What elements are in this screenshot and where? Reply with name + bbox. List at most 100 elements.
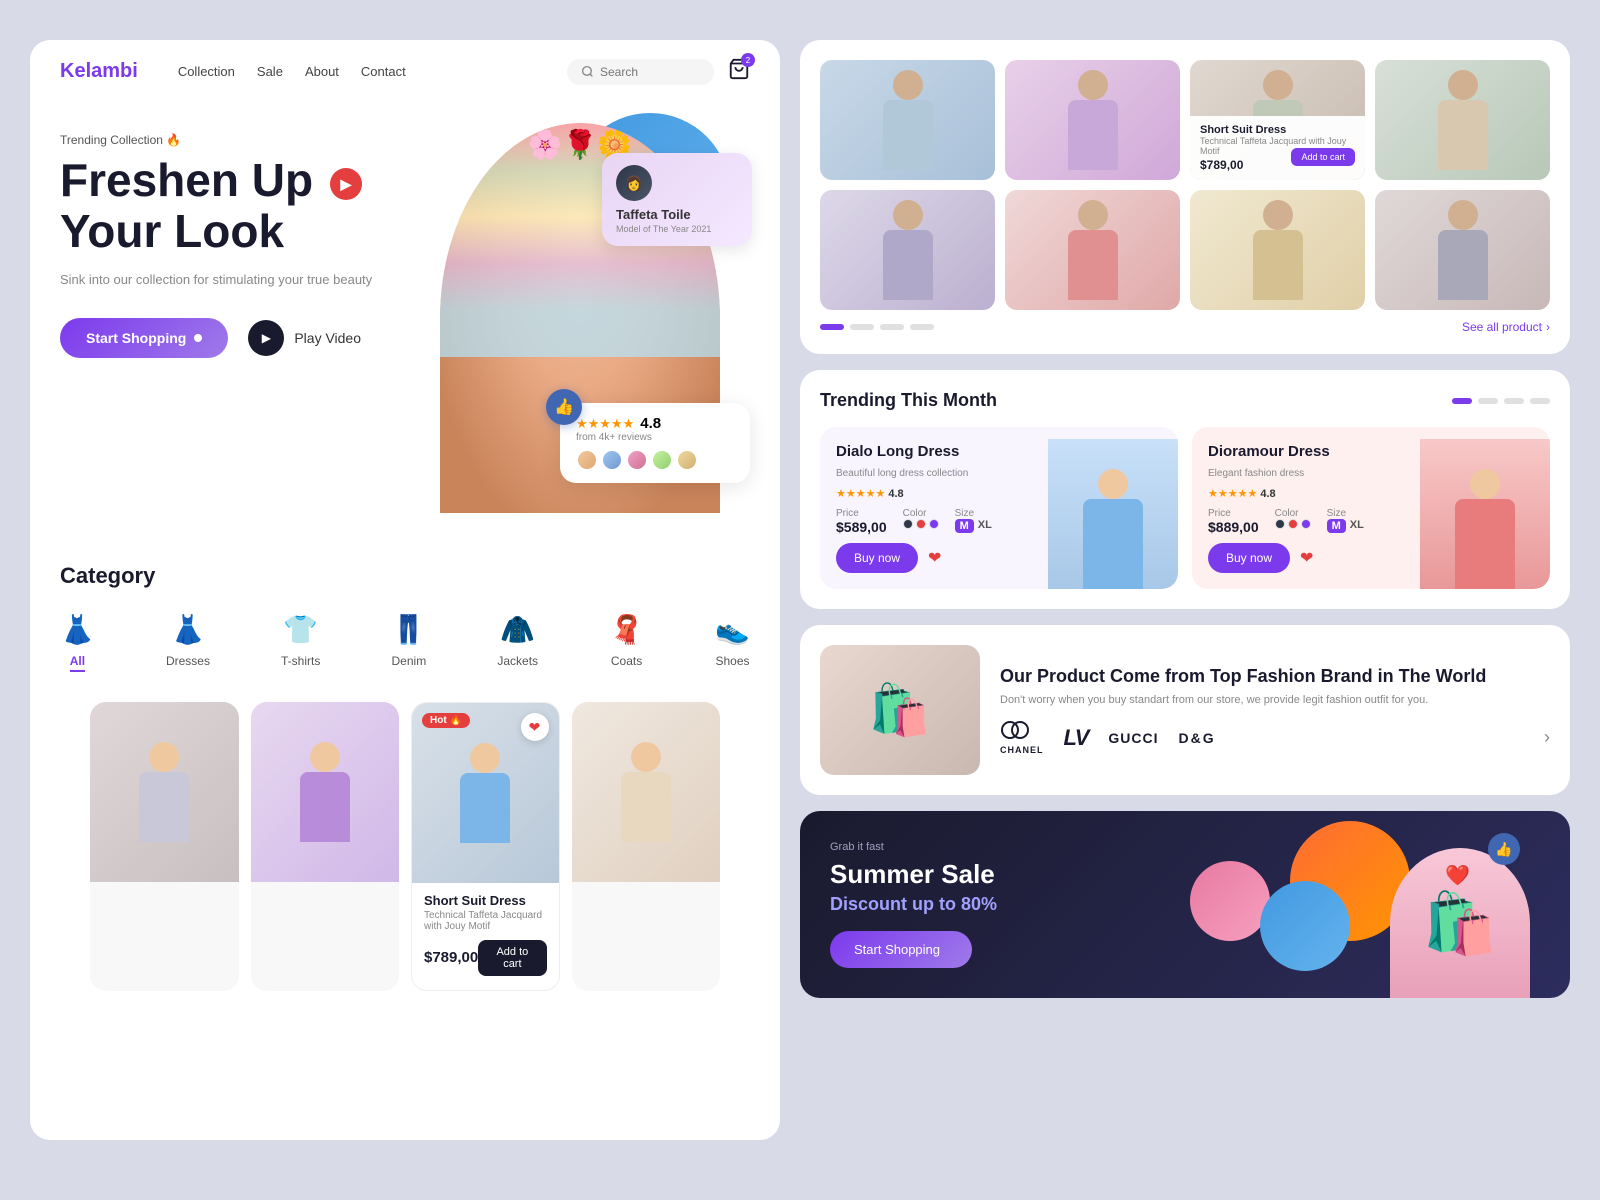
brand-image-placeholder: 🛍️ xyxy=(869,681,931,740)
gallery-fig-2 xyxy=(1068,70,1118,170)
color-dot-1a[interactable] xyxy=(903,519,913,529)
size-m-1[interactable]: M xyxy=(955,519,974,533)
wishlist-icon-1[interactable]: ❤ xyxy=(928,548,941,568)
cart-button[interactable]: 2 xyxy=(728,58,750,85)
price-label-2: Price xyxy=(1208,508,1259,519)
summer-shopping-button[interactable]: Start Shopping xyxy=(830,931,972,968)
product-image-2 xyxy=(251,702,400,882)
color-dot-1c[interactable] xyxy=(929,519,939,529)
category-coats[interactable]: 🧣 Coats xyxy=(609,613,644,672)
trending-dot-1[interactable] xyxy=(1452,398,1472,404)
gallery-add-to-cart-button[interactable]: Add to cart xyxy=(1291,148,1355,166)
hot-badge: Hot 🔥 xyxy=(422,713,470,728)
mini-avatar-4 xyxy=(651,449,673,471)
nav-right: 2 xyxy=(567,58,750,85)
hero-image-area: 🌸🌹🌼 👩 Taffeta Toile Model of The Year 20… xyxy=(400,103,760,513)
product-card-2[interactable] xyxy=(251,702,400,991)
color-dot-1b[interactable] xyxy=(916,519,926,529)
gallery-item-8[interactable] xyxy=(1375,190,1550,310)
gallery-product-card: Short Suit Dress Technical Taffeta Jacqu… xyxy=(1190,116,1365,180)
page-dot-4[interactable] xyxy=(910,324,934,330)
product-card-4[interactable] xyxy=(572,702,721,991)
fig-body-3 xyxy=(460,773,510,843)
trending-card-2[interactable]: Dioramour Dress Elegant fashion dress ★★… xyxy=(1192,427,1550,589)
gallery-bottom-row xyxy=(820,190,1550,310)
gallery-item-1[interactable] xyxy=(820,60,995,180)
size-xl-1[interactable]: XL xyxy=(978,519,992,533)
hero-section: Trending Collection 🔥 Freshen Up ▶ Your … xyxy=(30,103,780,523)
trending-model-fig-1 xyxy=(1048,439,1178,589)
summer-model: 👍 ❤️ 🛍️ xyxy=(1370,843,1550,998)
trending-dot-4[interactable] xyxy=(1530,398,1550,404)
see-all-link[interactable]: See all product › xyxy=(1462,320,1550,334)
color-dot-2a[interactable] xyxy=(1275,519,1285,529)
chanel-label: CHANEL xyxy=(1000,745,1044,755)
gallery-fig-body-4 xyxy=(1438,100,1488,170)
gallery-item-6[interactable] xyxy=(1005,190,1180,310)
avatar-row xyxy=(576,449,734,471)
wishlist-icon-2[interactable]: ❤ xyxy=(1300,548,1313,568)
brand-lv[interactable]: LV xyxy=(1064,725,1089,751)
trending-title: Trending This Month xyxy=(820,390,997,411)
brand-chanel[interactable]: CHANEL xyxy=(1000,720,1044,755)
gallery-fig-head-4 xyxy=(1448,70,1478,100)
trending-dot-3[interactable] xyxy=(1504,398,1524,404)
color-dots-2 xyxy=(1275,519,1311,529)
category-coats-icon: 🧣 xyxy=(609,613,644,646)
fig-body-4 xyxy=(621,772,671,842)
star-icons: ★★★★★ xyxy=(576,416,634,432)
gallery-item-3[interactable]: Short Suit Dress Technical Taffeta Jacqu… xyxy=(1190,60,1365,180)
size-xl-2[interactable]: XL xyxy=(1350,519,1364,533)
buy-button-1[interactable]: Buy now xyxy=(836,543,918,573)
play-video-button[interactable]: ▶ Play Video xyxy=(248,320,361,356)
category-jackets[interactable]: 🧥 Jackets xyxy=(497,613,538,672)
page-dot-2[interactable] xyxy=(850,324,874,330)
trending-card-1[interactable]: Dialo Long Dress Beautiful long dress co… xyxy=(820,427,1178,589)
size-label-2: Size xyxy=(1327,508,1364,519)
logo[interactable]: Kelambi xyxy=(60,60,138,83)
nav-collection[interactable]: Collection xyxy=(178,64,235,79)
color-dots-1 xyxy=(903,519,939,529)
page-dot-1[interactable] xyxy=(820,324,844,330)
brand-gucci[interactable]: GUCCI xyxy=(1108,730,1158,746)
category-all[interactable]: 👗 All xyxy=(60,613,95,672)
summer-tag: Grab it fast xyxy=(830,841,997,853)
trending-label: Trending Collection 🔥 xyxy=(60,133,400,147)
brand-dg[interactable]: D&G xyxy=(1179,730,1216,746)
page-dot-3[interactable] xyxy=(880,324,904,330)
left-panel: Kelambi Collection Sale About Contact 2 xyxy=(30,40,780,1140)
gallery-fig-5 xyxy=(883,200,933,300)
nav-about[interactable]: About xyxy=(305,64,339,79)
category-shoes-icon: 👟 xyxy=(715,613,750,646)
gallery-item-4[interactable] xyxy=(1375,60,1550,180)
category-shoes[interactable]: 👟 Shoes xyxy=(715,613,750,672)
gallery-item-2[interactable] xyxy=(1005,60,1180,180)
brand-arrow[interactable]: › xyxy=(1544,727,1550,748)
color-dot-2b[interactable] xyxy=(1288,519,1298,529)
gallery-item-5[interactable] xyxy=(820,190,995,310)
search-bar[interactable] xyxy=(567,59,714,85)
product-card-1[interactable] xyxy=(90,702,239,991)
size-m-2[interactable]: M xyxy=(1327,519,1346,533)
nav-sale[interactable]: Sale xyxy=(257,64,283,79)
wishlist-button-3[interactable]: ❤ xyxy=(521,713,549,741)
category-dresses[interactable]: 👗 Dresses xyxy=(166,613,210,672)
product-name-3: Short Suit Dress xyxy=(424,893,547,908)
search-input[interactable] xyxy=(600,65,700,79)
category-denim[interactable]: 👖 Denim xyxy=(391,613,426,672)
nav-links: Collection Sale About Contact xyxy=(178,64,537,79)
product-card-3[interactable]: Hot 🔥 ❤ Short Suit Dress Technical Taffe… xyxy=(411,702,560,991)
taffeta-name: Taffeta Toile xyxy=(616,207,738,222)
buy-button-2[interactable]: Buy now xyxy=(1208,543,1290,573)
nav-contact[interactable]: Contact xyxy=(361,64,406,79)
start-shopping-button[interactable]: Start Shopping xyxy=(60,318,228,358)
cart-badge: 2 xyxy=(741,53,755,67)
fig-head-2 xyxy=(310,742,340,772)
brand-content: Our Product Come from Top Fashion Brand … xyxy=(1000,665,1550,755)
trending-dot-2[interactable] xyxy=(1478,398,1498,404)
category-tshirts[interactable]: 👕 T-shirts xyxy=(281,613,320,672)
gallery-item-7[interactable] xyxy=(1190,190,1365,310)
color-dot-2c[interactable] xyxy=(1301,519,1311,529)
trending-products: Dialo Long Dress Beautiful long dress co… xyxy=(820,427,1550,589)
add-to-cart-button-3[interactable]: Add to cart xyxy=(478,940,546,976)
